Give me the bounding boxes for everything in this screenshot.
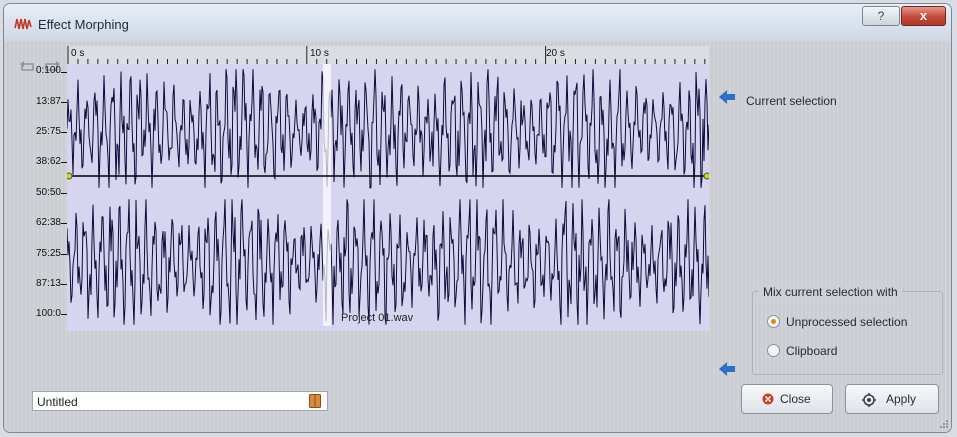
waveform-display[interactable] [67, 46, 709, 331]
apply-button[interactable]: Apply [845, 384, 939, 414]
mix-tick [61, 72, 67, 73]
time-label: 10 s [310, 48, 329, 59]
radio-unprocessed-selection[interactable]: Unprocessed selection [767, 315, 907, 329]
mix-label: 13:87 [35, 96, 61, 107]
mix-tick [61, 284, 67, 285]
mix-label: 38:62 [35, 156, 61, 167]
time-label: 0 s [71, 48, 85, 59]
close-button-label: Close [780, 392, 811, 406]
time-label: 20 s [546, 48, 565, 59]
mix-label: 75:25 [35, 248, 61, 259]
close-circle-icon [762, 393, 774, 405]
waveform-canvas[interactable] [67, 46, 709, 331]
resize-grip-icon[interactable] [939, 419, 949, 429]
ruler-ticks [67, 46, 706, 64]
current-selection-label: Current selection [746, 94, 837, 108]
envelope-node-end [703, 172, 709, 180]
radio-label: Unprocessed selection [786, 315, 908, 329]
mix-tick [61, 162, 67, 163]
help-button[interactable]: ? [862, 6, 900, 26]
mix-options-group [752, 291, 943, 375]
radio-button[interactable] [767, 344, 780, 357]
mix-label: 25:75 [35, 126, 61, 137]
mix-label: 62:38 [35, 217, 61, 228]
apply-button-label: Apply [886, 392, 917, 406]
preset-book-icon[interactable] [309, 394, 321, 408]
title-bar: Effect Morphing ? x [4, 4, 951, 42]
effect-morphing-window: Effect Morphing ? x 0 s 10 s 20 s 0:100 … [3, 3, 952, 433]
mix-group-title: Mix current selection with [759, 285, 902, 299]
mix-label: 50:50 [35, 187, 61, 198]
preset-name-field[interactable]: Untitled [32, 391, 328, 411]
morphing-app-icon [14, 18, 32, 30]
file-name-label: Project 01.wav [341, 312, 414, 324]
mix-tick [61, 254, 67, 255]
mix-tick [61, 314, 67, 315]
window-close-button[interactable]: x [901, 6, 946, 26]
waveform-channel-trace [67, 69, 709, 189]
waveform-channel-trace [67, 199, 709, 325]
preset-name-text[interactable]: Untitled [37, 395, 78, 409]
close-button[interactable]: Close [741, 384, 833, 414]
radio-clipboard[interactable]: Clipboard [767, 344, 837, 358]
mix-tick [61, 132, 67, 133]
mix-tick [61, 193, 67, 194]
envelope-node-start [67, 172, 73, 180]
waveform-gap [323, 64, 331, 326]
current-selection-arrow-icon [719, 90, 735, 104]
apply-gear-icon [862, 393, 876, 407]
mix-ratio-axis: 0:100 13:87 25:75 38:62 50:50 62:38 75:2… [14, 64, 67, 332]
mix-label: 87:13 [35, 278, 61, 289]
mix-label: 100:0 [35, 308, 61, 319]
radio-button-selected[interactable] [767, 315, 780, 328]
mix-label: 0:100 [35, 65, 61, 76]
mix-tick [61, 223, 67, 224]
mix-tick [61, 102, 67, 103]
radio-label: Clipboard [786, 344, 838, 358]
window-title: Effect Morphing [38, 17, 129, 32]
mix-target-arrow-icon [719, 362, 735, 376]
time-ruler[interactable]: 0 s 10 s 20 s [67, 46, 709, 64]
